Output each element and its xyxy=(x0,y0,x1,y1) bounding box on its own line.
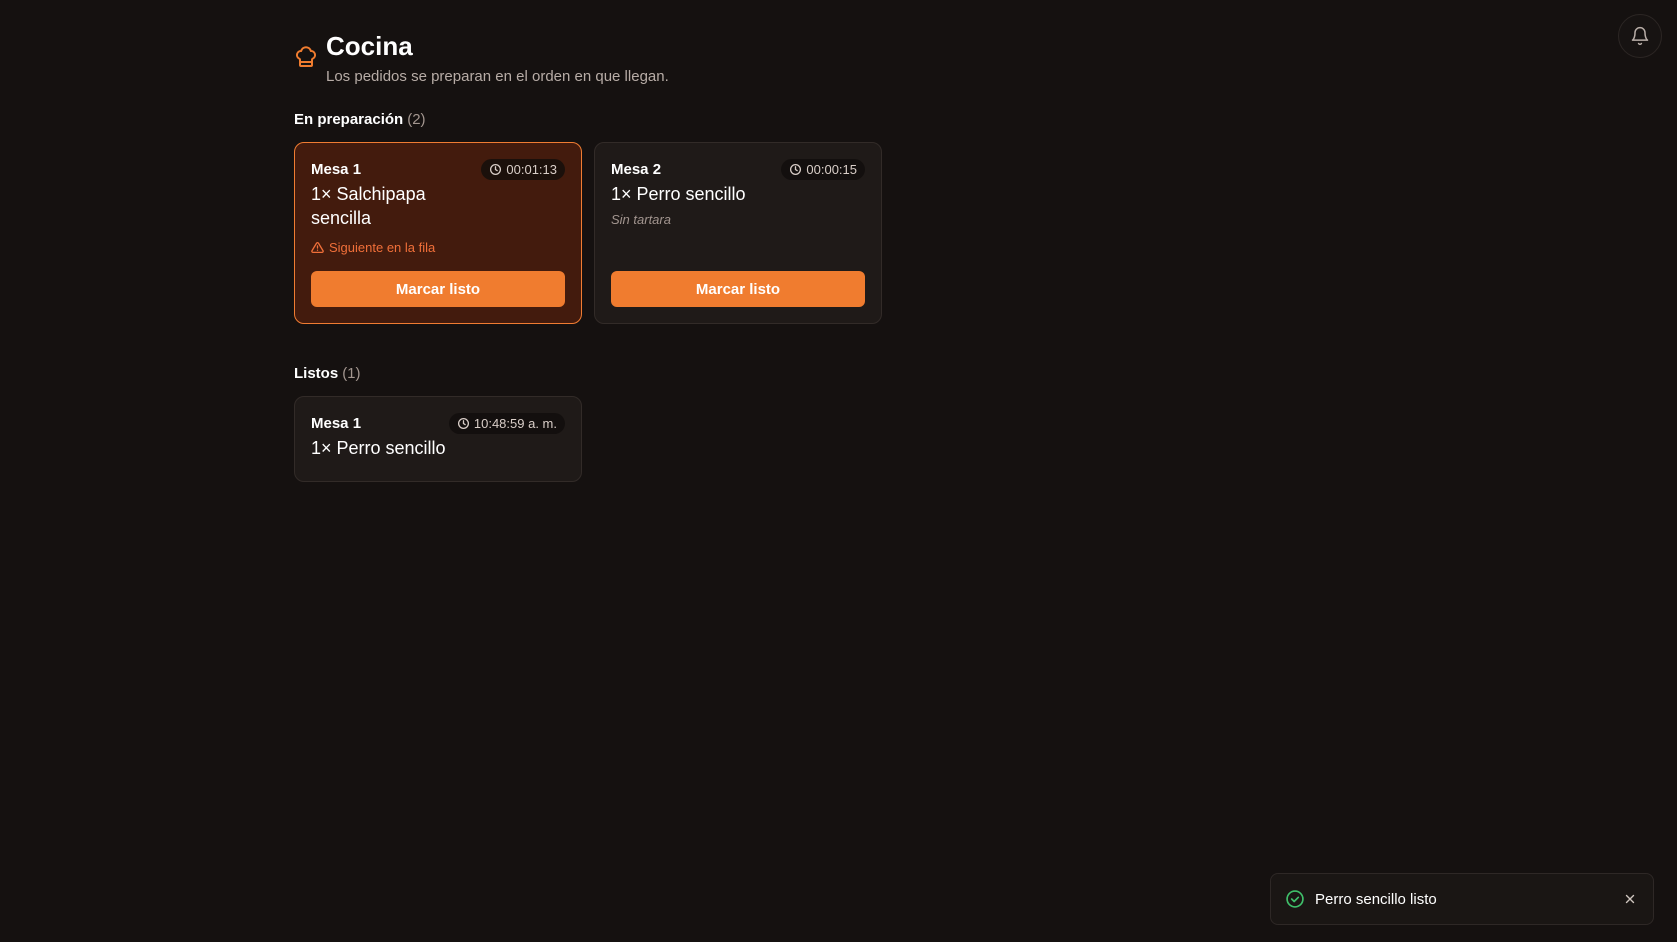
section-in-progress-count: (2) xyxy=(407,111,426,128)
order-item: 1× Salchipapa sencilla xyxy=(311,184,426,228)
section-in-progress-label: En preparación xyxy=(294,111,404,128)
page-header: Cocina Los pedidos se preparan en el ord… xyxy=(294,30,669,85)
order-table-name: Mesa 1 xyxy=(311,415,362,432)
page-title: Cocina xyxy=(326,31,413,61)
next-in-line-warning: Siguiente en la fila xyxy=(311,240,565,255)
order-timer-value: 00:01:13 xyxy=(506,162,557,177)
order-ready-time-value: 10:48:59 a. m. xyxy=(473,416,557,431)
order-item: 1× Perro sencillo xyxy=(611,184,746,204)
mark-ready-button[interactable]: Marcar listo xyxy=(311,271,565,307)
toast-notification: Perro sencillo listo xyxy=(1270,873,1654,925)
order-card-header: Mesa 2 00:00:15 xyxy=(611,159,865,180)
section-ready-title: Listos (1) xyxy=(294,365,361,382)
page-subtitle: Los pedidos se preparan en el orden en q… xyxy=(326,68,669,85)
order-ready-time: 10:48:59 a. m. xyxy=(448,413,565,434)
section-ready-count: (1) xyxy=(342,365,361,382)
order-card-header: Mesa 1 00:01:13 xyxy=(311,159,565,180)
order-card-header: Mesa 1 10:48:59 a. m. xyxy=(311,413,565,434)
header-text: Cocina Los pedidos se preparan en el ord… xyxy=(326,30,669,85)
section-in-progress-title: En preparación (2) xyxy=(294,111,426,128)
check-circle-icon xyxy=(1286,890,1304,908)
order-timer: 00:01:13 xyxy=(481,159,565,180)
order-card: Mesa 1 00:01:13 1× Salchipapa sencilla S… xyxy=(294,142,582,324)
order-timer-value: 00:00:15 xyxy=(806,162,857,177)
section-ready-label: Listos xyxy=(294,365,339,382)
ready-order-card: Mesa 1 10:48:59 a. m. 1× Perro sencillo xyxy=(294,396,582,482)
notifications-button[interactable] xyxy=(1618,14,1662,58)
clock-icon xyxy=(490,163,502,176)
bell-icon xyxy=(1631,26,1649,46)
clock-icon xyxy=(457,417,469,430)
order-timer: 00:00:15 xyxy=(781,159,865,180)
warning-triangle-icon xyxy=(311,241,324,254)
order-note: Sin tartara xyxy=(611,212,671,227)
mark-ready-button[interactable]: Marcar listo xyxy=(611,271,865,307)
clock-icon xyxy=(790,163,802,176)
kitchen-page: Cocina Los pedidos se preparan en el ord… xyxy=(0,0,1677,942)
order-item: 1× Perro sencillo xyxy=(311,438,446,458)
chef-hat-icon xyxy=(295,46,317,67)
order-card: Mesa 2 00:00:15 1× Perro sencillo Sin ta… xyxy=(594,142,882,324)
order-table-name: Mesa 2 xyxy=(611,161,662,178)
warning-text: Siguiente en la fila xyxy=(329,240,436,255)
order-table-name: Mesa 1 xyxy=(311,161,362,178)
toast-message: Perro sencillo listo xyxy=(1315,890,1437,908)
close-icon xyxy=(1625,894,1635,904)
toast-close-button[interactable] xyxy=(1621,890,1639,908)
